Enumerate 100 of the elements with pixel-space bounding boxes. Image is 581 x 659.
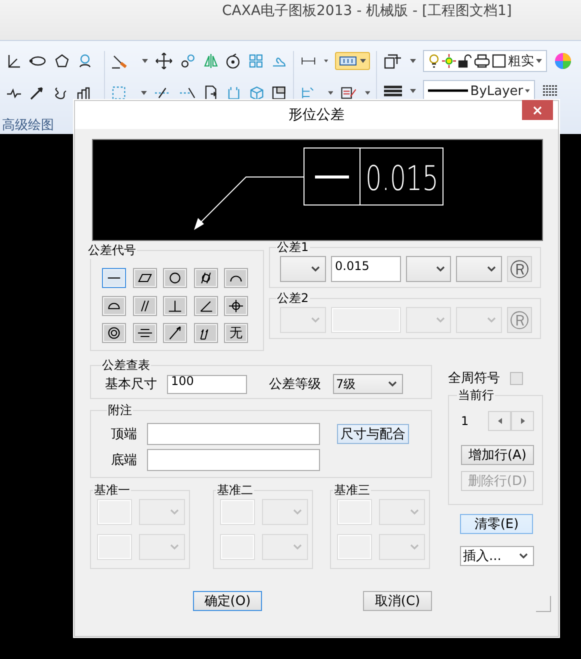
symbol-button[interactable] [224, 268, 248, 288]
symbol-button[interactable]: 无 [224, 323, 248, 343]
grade-dropdown[interactable]: 7级 [333, 374, 403, 394]
printer-icon[interactable] [474, 54, 490, 68]
symbol-button[interactable] [132, 296, 156, 316]
pentagon-icon[interactable] [54, 53, 70, 69]
cancel-button[interactable]: 取消(C) [363, 591, 432, 611]
spline-icon[interactable] [52, 85, 68, 101]
row-number: 1 [461, 414, 469, 428]
ruler-button[interactable] [335, 52, 370, 70]
caret-icon[interactable] [328, 91, 334, 95]
panel-label: 高级绘图 [1, 117, 55, 134]
chevron-icon [436, 266, 445, 272]
hatch-icon[interactable] [542, 84, 558, 98]
tolerance-field[interactable]: 0.015 [331, 256, 401, 282]
line-style-text: ByLayer [470, 84, 524, 98]
bracket-icon[interactable] [226, 85, 242, 101]
caret-icon[interactable] [410, 59, 416, 63]
line-weight-icon[interactable] [383, 83, 403, 99]
parallelogram-icon [136, 271, 154, 285]
symbol-button[interactable] [132, 268, 156, 288]
rotate-icon[interactable] [225, 53, 242, 69]
caret-icon[interactable] [324, 59, 328, 63]
bulb-icon[interactable] [428, 53, 440, 69]
note-icon[interactable] [340, 85, 358, 101]
symbol-button[interactable] [194, 296, 218, 316]
caret-icon[interactable] [360, 59, 366, 63]
close-button[interactable] [522, 100, 553, 120]
dialog-title: 形位公差 [288, 106, 344, 124]
symmetry-icon [136, 326, 154, 340]
chevron-icon [487, 266, 496, 272]
checkbox[interactable] [510, 372, 523, 384]
right-triangle-icon [520, 418, 524, 424]
move-icon[interactable] [154, 52, 173, 70]
chevron-icon [311, 266, 320, 272]
chevron-icon [293, 544, 302, 550]
chevron-icon [293, 509, 302, 515]
symbol-button[interactable] [163, 268, 187, 288]
chevron-icon [519, 553, 528, 559]
field-label: 公差等级 [269, 376, 321, 393]
symbol-button[interactable] [194, 323, 218, 343]
previous-button[interactable] [488, 411, 511, 431]
document-icon[interactable] [203, 85, 220, 101]
size-field[interactable]: 100 [167, 374, 247, 394]
chevron-icon [436, 317, 445, 323]
chevron-icon [311, 317, 320, 323]
symbol-button[interactable] [194, 268, 218, 288]
grid-icon[interactable] [248, 53, 264, 69]
modifier-button[interactable]: Ⓡ [507, 256, 532, 282]
caret-icon[interactable] [141, 91, 148, 95]
sun-icon[interactable] [442, 54, 456, 68]
layer-dropdown[interactable]: 粗实 [423, 50, 547, 72]
lock-icon[interactable] [458, 54, 472, 68]
clear-button[interactable]: 清零(E) [460, 514, 533, 534]
caret-icon[interactable] [525, 89, 530, 93]
resize-grip[interactable] [536, 596, 551, 612]
line-type-text: 粗实 [508, 53, 534, 70]
symbol-button[interactable] [102, 323, 126, 343]
color-wheel-icon[interactable] [554, 52, 572, 70]
symbol-button[interactable] [102, 268, 126, 288]
preview-drawing: 0.015 [92, 139, 543, 241]
top-field[interactable] [147, 423, 320, 445]
bars-icon[interactable] [75, 85, 91, 101]
chevron-icon [410, 509, 419, 515]
group-label: 附注 [107, 402, 133, 419]
checkbox-label: 全周符号 [448, 370, 500, 387]
crosshair-icon [227, 298, 245, 312]
cube-icon[interactable] [248, 85, 264, 101]
symbol-button[interactable] [102, 296, 126, 316]
circles-icon[interactable] [180, 53, 196, 69]
left-triangle-icon [498, 418, 502, 424]
caret-icon[interactable] [536, 59, 542, 63]
field-label: 基本尺寸 [105, 376, 157, 393]
caret-icon[interactable] [410, 89, 416, 93]
window-icon[interactable] [271, 85, 287, 101]
group-label: 基准二 [216, 482, 254, 499]
group-label: 公差查表 [101, 357, 151, 374]
symbol-button[interactable] [163, 323, 187, 343]
group-label: 公差代号 [87, 242, 137, 259]
add-row-button[interactable]: 增加行(A) [461, 445, 534, 465]
mirror-icon[interactable] [202, 53, 218, 69]
ruler-icon [339, 55, 357, 67]
field-label: 顶端 [111, 426, 137, 443]
next-button[interactable] [511, 411, 534, 431]
group-label: 基准一 [93, 482, 131, 499]
axes-icon[interactable] [6, 53, 22, 69]
field-label: 底端 [111, 452, 137, 469]
fit-button[interactable]: 尺寸与配合 [337, 424, 409, 444]
arrow-icon[interactable] [29, 85, 45, 101]
insert-dropdown[interactable]: 插入... [460, 546, 534, 566]
bottom-field[interactable] [147, 449, 320, 471]
caret-icon[interactable] [142, 59, 148, 63]
symbol-button[interactable] [163, 296, 187, 316]
square-icon[interactable] [492, 54, 506, 68]
caret-icon[interactable] [364, 91, 370, 95]
extend-icon[interactable] [178, 85, 196, 101]
ok-button[interactable]: 确定(O) [193, 591, 262, 611]
symbol-button[interactable] [132, 323, 156, 343]
layers-icon[interactable] [383, 53, 403, 69]
symbol-button[interactable] [224, 296, 248, 316]
